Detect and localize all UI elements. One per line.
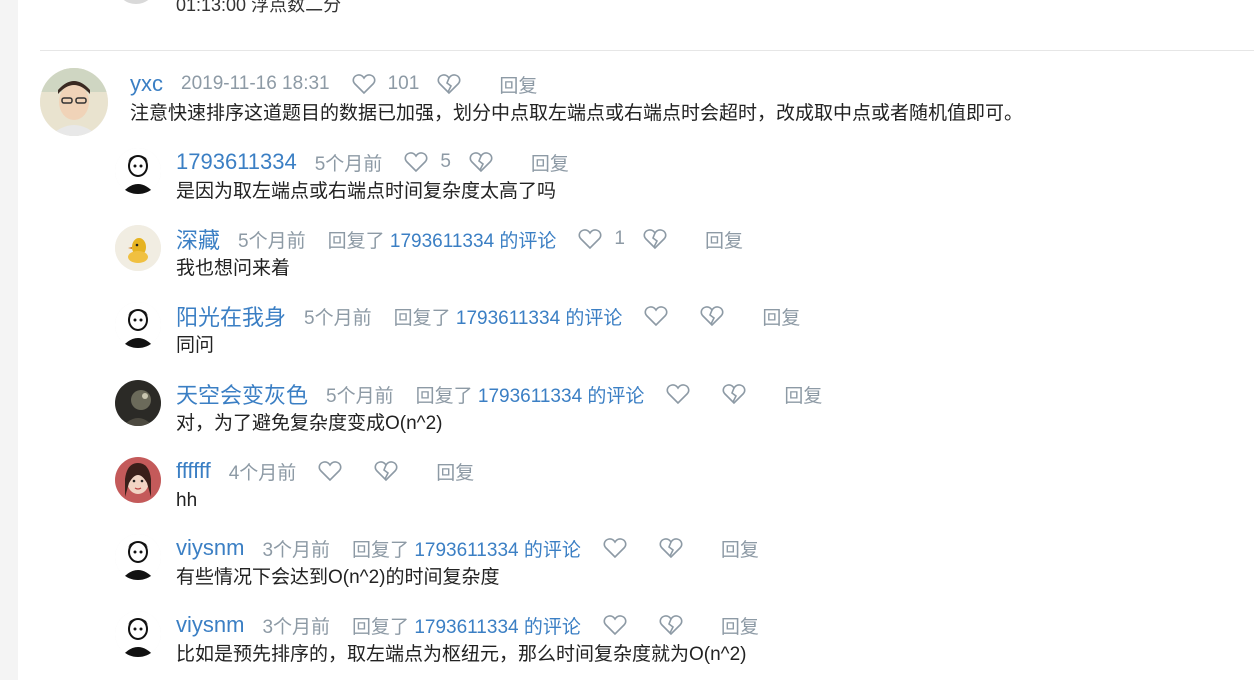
comment-text: 注意快速排序这道题目的数据已加强，划分中点取左端点或右端点时会超时，改成取中点或… [130,103,1024,124]
previous-comment-text: 01:13:00 浮点数二分 [176,0,342,15]
avatar[interactable] [118,0,154,4]
reply-button[interactable]: 回复 [705,226,743,253]
reply-text: 我也想问来着 [176,258,291,279]
username-link[interactable]: ffffff [176,458,211,484]
heart-outline-icon[interactable] [603,614,627,636]
username-link[interactable]: yxc [130,71,163,97]
reply-to-target[interactable]: 1793611334 的评论 [414,540,581,561]
heart-outline-icon[interactable] [603,537,627,559]
reply-button[interactable]: 回复 [721,535,759,562]
reply-to-link[interactable]: 回复了 1793611334 的评论 [394,303,623,330]
reply-button[interactable]: 回复 [499,71,537,98]
divider [40,50,1254,51]
reply-to-prefix: 回复了 [352,539,415,561]
timestamp: 2019-11-16 18:31 [181,73,330,94]
timestamp: 3个月前 [262,616,331,638]
comment-meta: yxc 2019-11-16 18:31 101 回复 [130,71,537,98]
heart-outline-icon[interactable] [578,228,602,250]
username-link[interactable]: viysnm [176,612,244,638]
reply-button[interactable]: 回复 [784,381,822,408]
reply-to-link[interactable]: 回复了 1793611334 的评论 [352,612,581,639]
heart-outline-icon[interactable] [644,305,668,327]
timestamp: 4个月前 [228,462,297,484]
username-link[interactable]: viysnm [176,535,244,561]
avatar[interactable] [115,534,161,580]
username-link[interactable]: 阳光在我身 [176,300,286,332]
reply-to-target[interactable]: 1793611334 的评论 [456,308,623,329]
avatar[interactable] [115,225,161,271]
reply-button[interactable]: 回复 [721,612,759,639]
broken-heart-icon[interactable] [722,383,746,405]
reply-text: 比如是预先排序的，取左端点为枢纽元，那么时间复杂度就为O(n^2) [176,644,747,665]
like-count: 101 [387,73,420,94]
username-link[interactable]: 深藏 [176,223,220,255]
broken-heart-icon[interactable] [469,151,493,173]
reply-meta: 天空会变灰色 5个月前 回复了 1793611334 的评论 回复 [176,381,822,408]
reply-to-prefix: 回复了 [352,616,415,638]
reply-meta: viysnm 3个月前 回复了 1793611334 的评论 回复 [176,535,759,562]
avatar[interactable] [115,611,161,657]
timestamp: 5个月前 [314,153,383,175]
reply-to-target[interactable]: 1793611334 的评论 [478,386,645,407]
reply-to-link[interactable]: 回复了 1793611334 的评论 [328,226,557,253]
timestamp: 5个月前 [326,385,394,407]
reply-to-prefix: 回复了 [327,230,390,252]
avatar[interactable] [115,457,161,503]
reply-to-target[interactable]: 1793611334 的评论 [414,617,581,638]
reply-text: 有些情况下会达到O(n^2)的时间复杂度 [176,567,500,588]
broken-heart-icon[interactable] [659,614,683,636]
reply-meta: 阳光在我身 5个月前 回复了 1793611334 的评论 回复 [176,303,800,330]
broken-heart-icon[interactable] [437,73,461,95]
timestamp: 5个月前 [238,230,306,252]
reply-to-link[interactable]: 回复了 1793611334 的评论 [352,535,581,562]
broken-heart-icon[interactable] [700,305,724,327]
reply-text: 对，为了避免复杂度变成O(n^2) [176,413,443,434]
heart-outline-icon[interactable] [318,460,342,482]
reply-text: 是因为取左端点或右端点时间复杂度太高了吗 [176,181,557,202]
heart-outline-icon[interactable] [666,383,690,405]
timestamp: 5个月前 [304,307,372,329]
reply-meta: ffffff 4个月前 回复 [176,458,474,485]
reply-to-prefix: 回复了 [415,385,478,407]
timestamp: 3个月前 [262,539,331,561]
reply-button[interactable]: 回复 [762,303,800,330]
like-count: 5 [440,151,451,172]
avatar[interactable] [115,302,161,348]
reply-to-prefix: 回复了 [393,307,456,329]
avatar[interactable] [115,148,161,194]
username-link[interactable]: 天空会变灰色 [176,378,308,410]
broken-heart-icon[interactable] [659,537,683,559]
reply-button[interactable]: 回复 [531,149,569,176]
reply-to-link[interactable]: 回复了 1793611334 的评论 [416,381,645,408]
heart-outline-icon[interactable] [404,151,428,173]
avatar[interactable] [115,380,161,426]
reply-meta: viysnm 3个月前 回复了 1793611334 的评论 回复 [176,612,759,639]
reply-text: hh [176,490,198,511]
reply-text: 同问 [176,335,215,356]
reply-to-target[interactable]: 1793611334 的评论 [390,231,557,252]
like-count: 1 [614,228,625,249]
comments-page: 01:13:00 浮点数二分 yxc 2019-11-16 18:31 101 [18,0,1254,680]
reply-meta: 1793611334 5个月前 5 回复 [176,149,569,176]
username-link[interactable]: 1793611334 [176,149,297,175]
reply-meta: 深藏 5个月前 回复了 1793611334 的评论 1 回复 [176,226,743,253]
heart-outline-icon[interactable] [352,73,376,95]
broken-heart-icon[interactable] [643,228,667,250]
broken-heart-icon[interactable] [374,460,398,482]
reply-button[interactable]: 回复 [436,458,474,485]
avatar[interactable] [40,68,108,136]
